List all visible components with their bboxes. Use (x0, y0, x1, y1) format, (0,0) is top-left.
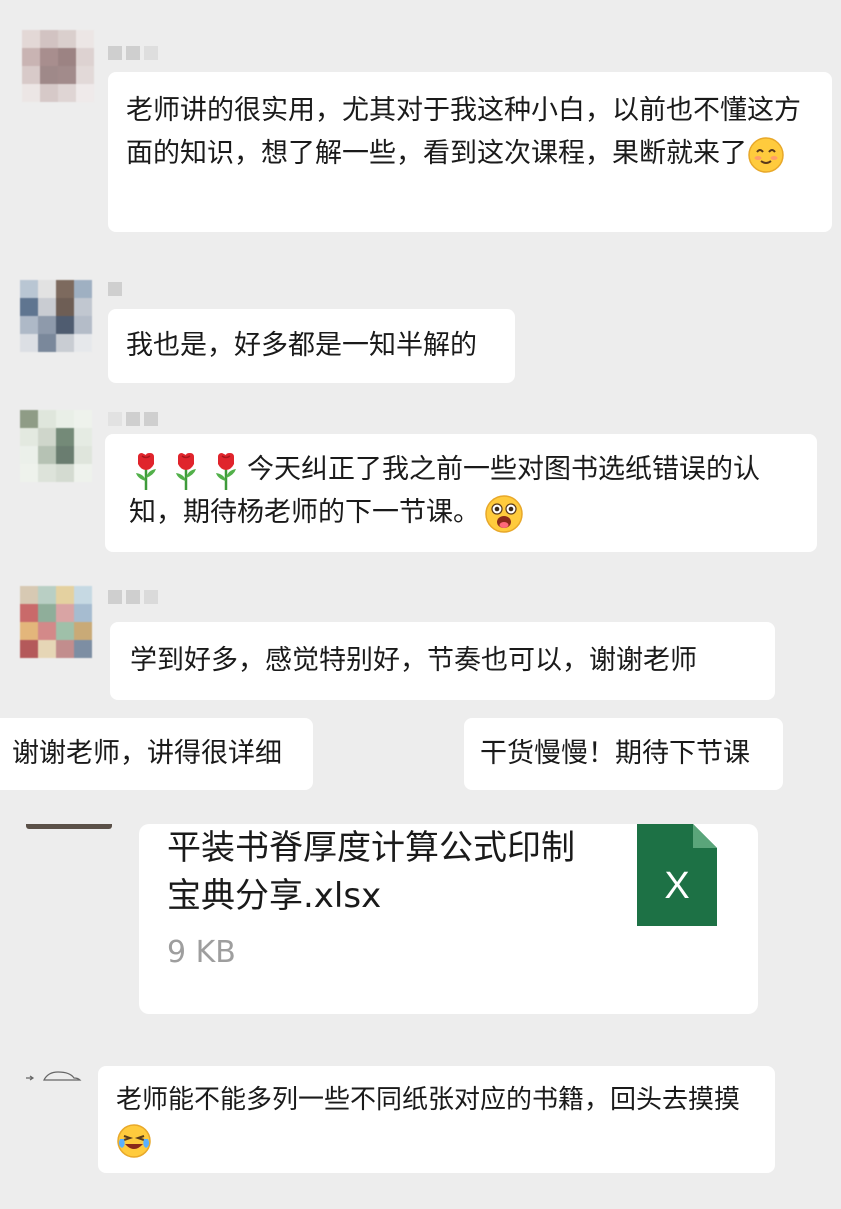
message-bubble[interactable]: 我也是，好多都是一知半解的 (108, 309, 515, 383)
rose-emoji (129, 451, 163, 491)
avatar[interactable] (20, 1058, 92, 1092)
message-text: 学到好多，感觉特别好，节奏也可以，谢谢老师 (130, 645, 697, 676)
avatar[interactable] (22, 30, 94, 102)
rose-emoji (209, 451, 243, 491)
message-bubble[interactable]: 干货慢慢！期待下节课 (464, 718, 783, 790)
avatar[interactable] (20, 410, 92, 482)
file-size: 9 KB (167, 935, 236, 970)
avatar[interactable] (20, 586, 92, 658)
message-bubble[interactable]: 今天纠正了我之前一些对图书选纸错误的认知，期待杨老师的下一节课。 (105, 434, 817, 552)
message-text: 老师讲的很实用，尤其对于我这种小白，以前也不懂这方面的知识，想了解一些，看到这次… (126, 95, 801, 169)
laughing-tears-emoji (116, 1123, 152, 1159)
message-text: 我也是，好多都是一知半解的 (126, 330, 477, 361)
sender-name-blurred (108, 46, 158, 60)
avatar[interactable] (26, 824, 112, 829)
message-text: 干货慢慢！期待下节课 (480, 738, 750, 769)
message-bubble[interactable]: 老师能不能多列一些不同纸张对应的书籍，回头去摸摸 (98, 1066, 775, 1173)
message-bubble[interactable]: 谢谢老师，讲得很详细 (0, 718, 313, 790)
sender-name-blurred (108, 282, 122, 296)
svg-text:X: X (664, 865, 689, 907)
sender-name-blurred (108, 590, 158, 604)
rose-emoji (169, 451, 203, 491)
avatar[interactable] (20, 280, 92, 352)
file-message-card[interactable]: 平装书脊厚度计算公式印制宝典分享.xlsx 9 KB X (139, 824, 758, 1014)
file-name: 平装书脊厚度计算公式印制宝典分享.xlsx (167, 828, 575, 916)
excited-face-emoji (484, 494, 524, 534)
smiling-blush-emoji (747, 136, 785, 174)
sender-name-blurred (108, 412, 158, 426)
message-text: 谢谢老师，讲得很详细 (12, 738, 282, 769)
message-bubble[interactable]: 老师讲的很实用，尤其对于我这种小白，以前也不懂这方面的知识，想了解一些，看到这次… (108, 72, 832, 232)
chat-window: 老师讲的很实用，尤其对于我这种小白，以前也不懂这方面的知识，想了解一些，看到这次… (0, 0, 841, 1209)
message-bubble[interactable]: 学到好多，感觉特别好，节奏也可以，谢谢老师 (110, 622, 775, 700)
message-text: 老师能不能多列一些不同纸张对应的书籍，回头去摸摸 (116, 1085, 741, 1115)
excel-file-icon: X (637, 824, 717, 926)
